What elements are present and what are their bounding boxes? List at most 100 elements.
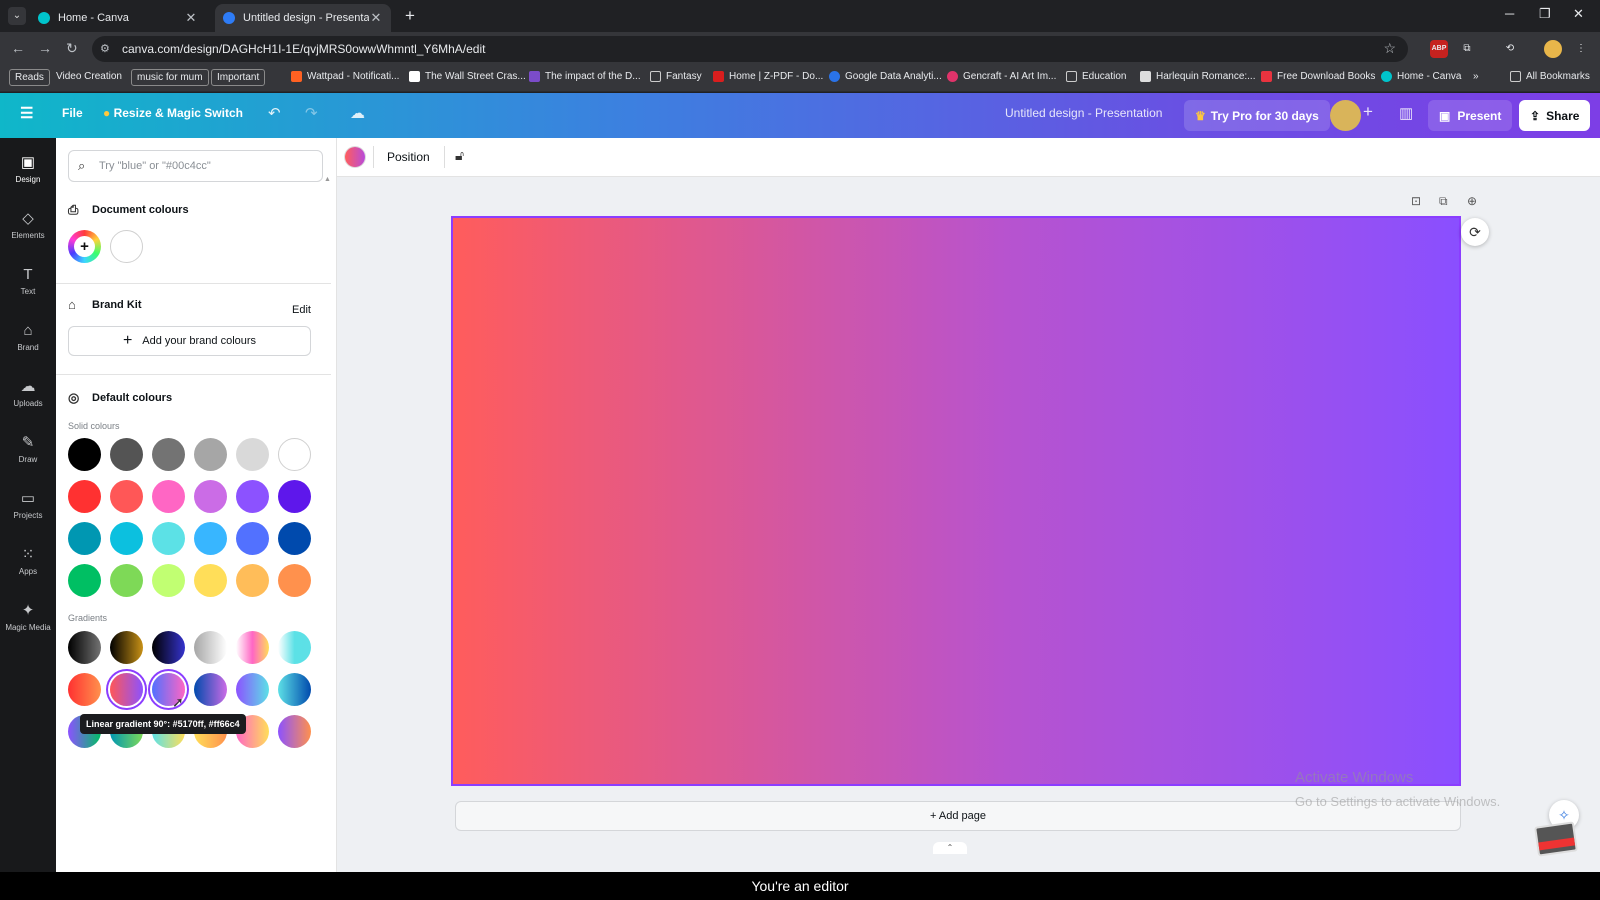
bookmark-music-for-mum[interactable]: music for mum	[131, 69, 209, 86]
solid-colour-swatch[interactable]	[110, 522, 143, 555]
bookmark-impact[interactable]: The impact of the D...	[529, 71, 641, 82]
design-title[interactable]: Untitled design - Presentation	[1005, 106, 1162, 120]
history-icon[interactable]: ⟲	[1501, 40, 1519, 58]
rail-magic-media[interactable]: ✦ Magic Media	[0, 596, 56, 648]
solid-colour-swatch[interactable]	[110, 564, 143, 597]
tab-untitled-design[interactable]: Untitled design - Presentation ✕	[215, 4, 391, 32]
duplicate-page-icon[interactable]: ⧉	[1439, 194, 1448, 209]
solid-colour-swatch[interactable]	[68, 564, 101, 597]
bookmark-education[interactable]: Education	[1066, 71, 1126, 82]
gradient-swatch[interactable]	[110, 673, 143, 706]
rail-draw[interactable]: ✎ Draw	[0, 428, 56, 480]
bookmark-important[interactable]: Important	[211, 69, 266, 86]
user-avatar[interactable]	[1330, 100, 1361, 131]
reload-icon[interactable]: ↻	[66, 40, 78, 57]
bookmark-gencraft[interactable]: Gencraft - AI Art Im...	[947, 71, 1056, 82]
scroll-up-icon[interactable]: ▲	[324, 176, 331, 183]
adblock-extension-icon[interactable]: ABP	[1430, 40, 1448, 58]
page-lock-icon[interactable]: ⊡	[1411, 194, 1421, 208]
document-colour-swatch[interactable]	[110, 230, 143, 263]
url-text[interactable]: canva.com/design/DAGHcH1I-1E/qvjMRS0owwW…	[122, 42, 485, 56]
gradient-swatch[interactable]	[152, 631, 185, 664]
close-window-icon[interactable]: ✕	[1573, 6, 1584, 22]
solid-colour-swatch[interactable]	[278, 438, 311, 471]
rail-brand[interactable]: ⌂ Brand	[0, 316, 56, 368]
gradient-swatch[interactable]	[68, 673, 101, 706]
solid-colour-swatch[interactable]	[194, 564, 227, 597]
gradient-swatch[interactable]	[278, 715, 311, 748]
site-info-icon[interactable]: ⚙	[100, 42, 110, 55]
restore-icon[interactable]: ❐	[1539, 6, 1551, 22]
gradient-swatch[interactable]	[278, 631, 311, 664]
background-colour-chip[interactable]	[345, 147, 365, 167]
resize-magic-switch-button[interactable]: ● Resize & Magic Switch	[103, 106, 243, 120]
rail-apps[interactable]: ⁙ Apps	[0, 540, 56, 592]
add-brand-colours-button[interactable]: + Add your brand colours	[68, 326, 311, 356]
solid-colour-swatch[interactable]	[194, 522, 227, 555]
solid-colour-swatch[interactable]	[278, 564, 311, 597]
colour-search-input[interactable]: ⌕ Try "blue" or "#00c4cc"	[68, 150, 323, 182]
profile-avatar[interactable]	[1544, 40, 1562, 58]
solid-colour-swatch[interactable]	[236, 522, 269, 555]
bookmark-fantasy[interactable]: Fantasy	[650, 71, 702, 82]
solid-colour-swatch[interactable]	[194, 480, 227, 513]
try-pro-button[interactable]: ♛ Try Pro for 30 days	[1184, 100, 1330, 131]
solid-colour-swatch[interactable]	[152, 564, 185, 597]
solid-colour-swatch[interactable]	[194, 438, 227, 471]
solid-colour-swatch[interactable]	[110, 480, 143, 513]
browser-menu-icon[interactable]: ⋮	[1572, 40, 1590, 58]
bookmark-video-creation[interactable]: Video Creation	[56, 71, 122, 82]
design-page[interactable]	[451, 216, 1461, 786]
solid-colour-swatch[interactable]	[236, 480, 269, 513]
bookmark-free-books[interactable]: Free Download Books	[1261, 71, 1375, 82]
undo-icon[interactable]: ↶	[268, 104, 281, 122]
extensions-puzzle-icon[interactable]: ⧉	[1458, 40, 1476, 58]
bookmark-google-data[interactable]: Google Data Analyti...	[829, 71, 942, 82]
rail-projects[interactable]: ▭ Projects	[0, 484, 56, 536]
add-colour-button[interactable]: +	[68, 230, 101, 263]
bookmark-harlequin[interactable]: Harlequin Romance:...	[1140, 71, 1256, 82]
all-bookmarks[interactable]: All Bookmarks	[1510, 71, 1590, 82]
solid-colour-swatch[interactable]	[278, 480, 311, 513]
bookmark-zpdf[interactable]: Home | Z-PDF - Do...	[713, 71, 823, 82]
back-icon[interactable]: ←	[11, 40, 25, 56]
position-button[interactable]: Position	[387, 150, 430, 164]
bookmark-wattpad[interactable]: Wattpad - Notificati...	[291, 71, 399, 82]
gradient-swatch[interactable]	[110, 631, 143, 664]
gradient-swatch[interactable]	[236, 673, 269, 706]
minimize-icon[interactable]: ─	[1505, 6, 1514, 21]
gradient-swatch[interactable]	[68, 631, 101, 664]
gradient-swatch[interactable]	[236, 631, 269, 664]
bookmark-reads[interactable]: Reads	[9, 69, 50, 86]
menu-hamburger-icon[interactable]: ☰	[20, 104, 33, 122]
insights-chart-icon[interactable]: ▥	[1399, 104, 1413, 122]
gradient-swatch[interactable]	[194, 673, 227, 706]
solid-colour-swatch[interactable]	[68, 438, 101, 471]
solid-colour-swatch[interactable]	[152, 480, 185, 513]
refresh-icon[interactable]: ⟳	[1461, 218, 1489, 246]
new-tab-icon[interactable]: +	[405, 6, 415, 26]
solid-colour-swatch[interactable]	[68, 480, 101, 513]
close-tab-icon[interactable]: ✕	[184, 10, 198, 26]
solid-colour-swatch[interactable]	[152, 438, 185, 471]
share-button[interactable]: ⇪ Share	[1519, 100, 1591, 131]
tab-search-button[interactable]: ⌄	[8, 7, 26, 25]
add-page-icon[interactable]: ⊕	[1467, 194, 1477, 208]
solid-colour-swatch[interactable]	[110, 438, 143, 471]
solid-colour-swatch[interactable]	[236, 564, 269, 597]
tab-home-canva[interactable]: Home - Canva ✕	[30, 4, 206, 32]
add-collaborator-icon[interactable]: +	[1363, 102, 1373, 122]
bookmarks-overflow-icon[interactable]: »	[1473, 71, 1479, 82]
gradient-swatch[interactable]	[194, 631, 227, 664]
rail-uploads[interactable]: ☁ Uploads	[0, 372, 56, 424]
solid-colour-swatch[interactable]	[68, 522, 101, 555]
bookmark-star-icon[interactable]: ☆	[1383, 40, 1396, 57]
solid-colour-swatch[interactable]	[236, 438, 269, 471]
lock-icon[interactable]: 🔓︎	[455, 147, 464, 164]
brand-kit-edit-link[interactable]: Edit	[292, 304, 311, 316]
solid-colour-swatch[interactable]	[278, 522, 311, 555]
gradient-swatch[interactable]	[278, 673, 311, 706]
present-button[interactable]: ▣ Present	[1428, 100, 1513, 131]
rail-elements[interactable]: ◇ Elements	[0, 204, 56, 256]
rail-text[interactable]: T Text	[0, 260, 56, 312]
